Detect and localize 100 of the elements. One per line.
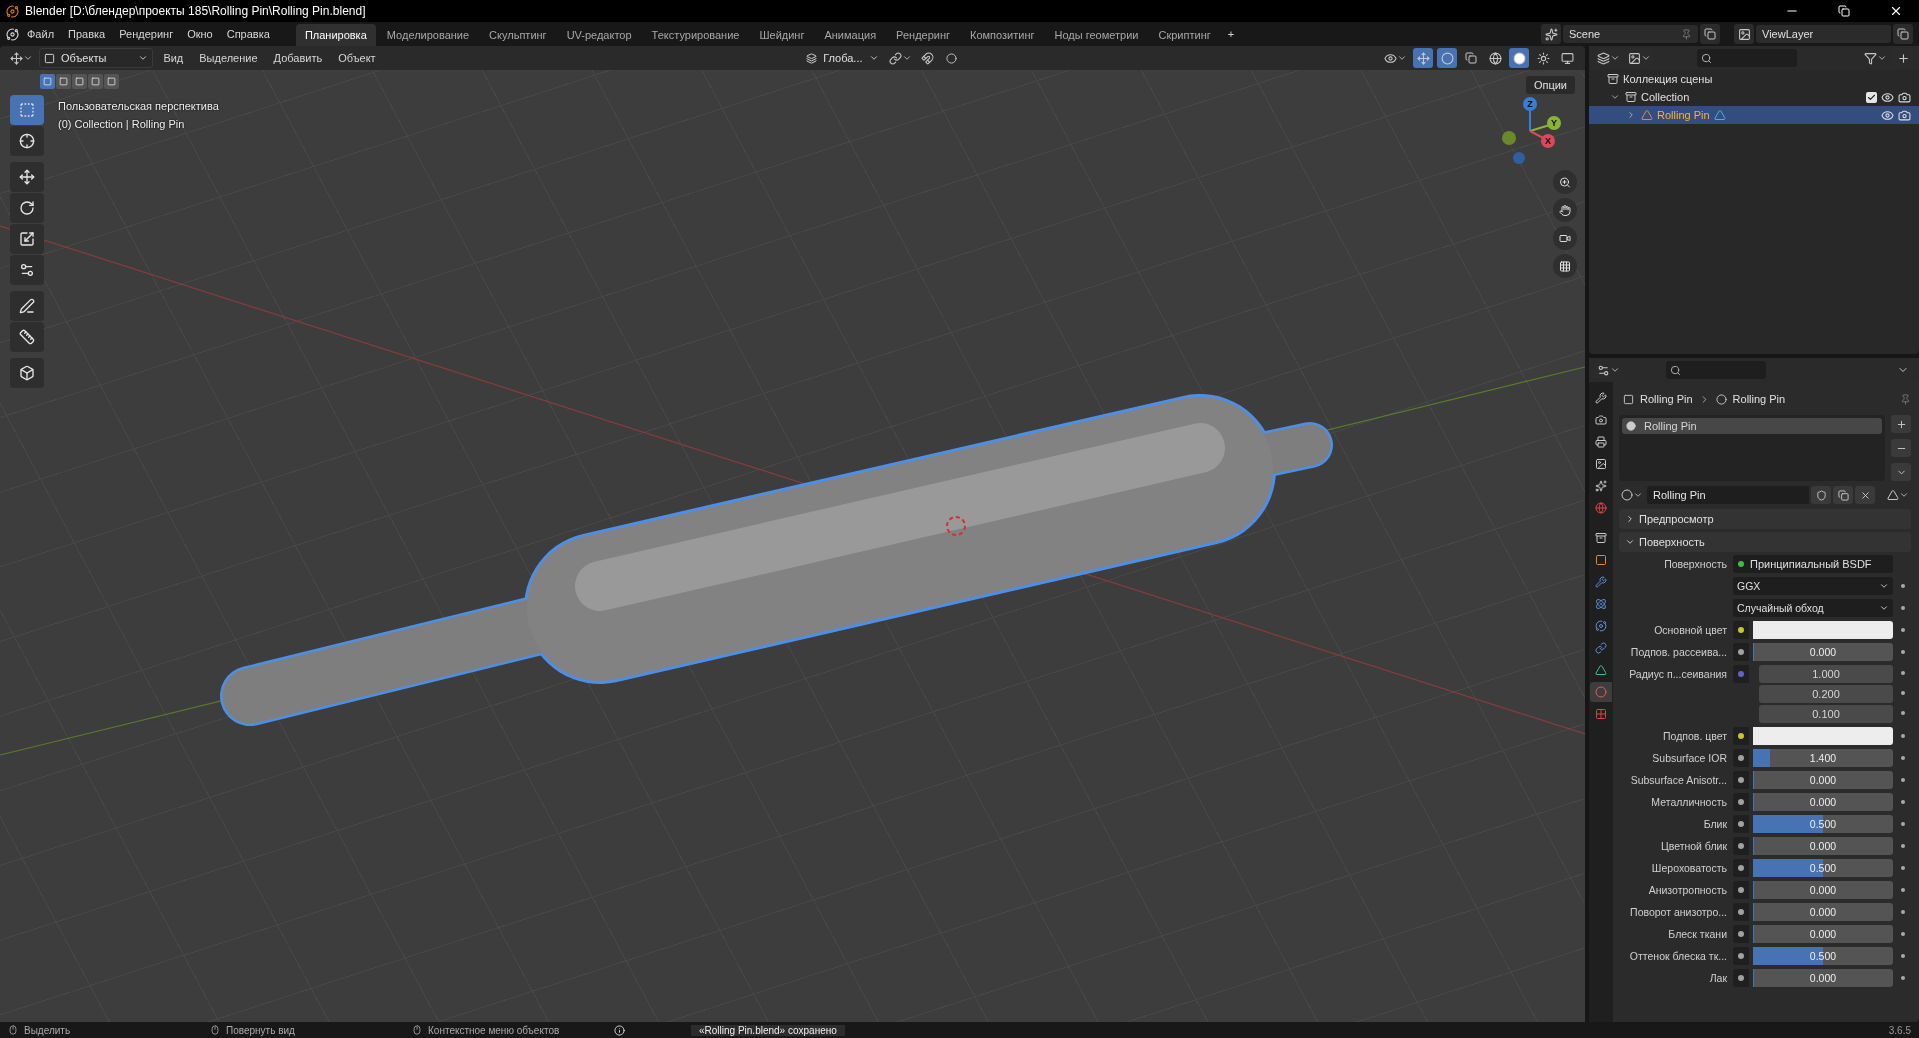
menu-item[interactable]: Добавить: [267, 49, 329, 67]
value-slider[interactable]: 0.500: [1753, 859, 1893, 877]
keyframe-dot[interactable]: [1901, 756, 1905, 760]
menu-item[interactable]: Справка: [220, 25, 276, 43]
socket-button[interactable]: [1733, 793, 1749, 811]
value-slider[interactable]: 0.500: [1753, 947, 1893, 965]
cursor-tool-button[interactable]: [10, 126, 44, 156]
keyframe-dot[interactable]: [1901, 628, 1905, 632]
keyframe-dot[interactable]: [1901, 976, 1905, 980]
workspace-tab[interactable]: Анимация: [815, 24, 886, 46]
menu-item[interactable]: Файл: [21, 25, 61, 43]
search-field[interactable]: [1666, 361, 1766, 379]
select-mode-button[interactable]: [104, 74, 119, 89]
value-slider[interactable]: 0.000: [1753, 643, 1893, 661]
transform-tool-button[interactable]: [10, 255, 44, 285]
new-scene-button[interactable]: [1700, 24, 1720, 44]
select-mode-button[interactable]: [40, 74, 55, 89]
value-slider[interactable]: 0.000: [1753, 903, 1893, 921]
socket-button[interactable]: [1733, 881, 1749, 899]
grid-button[interactable]: [1553, 254, 1577, 278]
shader-field[interactable]: Принципиальный BSDF: [1733, 555, 1893, 573]
scale-tool-button[interactable]: [10, 224, 44, 254]
keyframe-dot[interactable]: [1901, 910, 1905, 914]
socket-button[interactable]: [1733, 925, 1749, 943]
workspace-tab[interactable]: Планировка: [295, 24, 376, 46]
keyframe-dot[interactable]: [1901, 671, 1905, 675]
solid-shading-button[interactable]: [1509, 48, 1529, 68]
value-slider[interactable]: 0.000: [1753, 925, 1893, 943]
render-icon[interactable]: [1898, 108, 1911, 122]
rotate-tool-button[interactable]: [10, 193, 44, 223]
keyframe-dot[interactable]: [1901, 822, 1905, 826]
socket-button[interactable]: [1733, 859, 1749, 877]
menu-item[interactable]: Выделение: [193, 49, 264, 67]
camera-button[interactable]: [1553, 226, 1577, 250]
value-slider[interactable]: 1.400: [1753, 749, 1893, 767]
socket-button[interactable]: [1733, 837, 1749, 855]
panel-header[interactable]: Поверхность: [1619, 532, 1911, 552]
zoom-button[interactable]: [1553, 170, 1577, 194]
workspace-tab[interactable]: Скульптинг: [480, 24, 556, 46]
render-icon[interactable]: [1898, 90, 1911, 104]
pin-icon[interactable]: [1900, 393, 1911, 405]
pin-icon[interactable]: [1681, 28, 1692, 40]
material-slot[interactable]: Rolling Pin: [1622, 418, 1882, 434]
workspace-tab[interactable]: Шейдинг: [750, 24, 814, 46]
keyframe-dot[interactable]: [1901, 844, 1905, 848]
orientation-dropdown[interactable]: Глоба...: [802, 48, 883, 68]
overlay-button[interactable]: [1437, 48, 1457, 68]
cube-tool-button[interactable]: [10, 358, 44, 388]
scene-field[interactable]: Scene: [1563, 25, 1698, 43]
keyframe-dot[interactable]: [1901, 711, 1905, 715]
keyframe-dot[interactable]: [1901, 606, 1905, 610]
keyframe-dot[interactable]: [1901, 800, 1905, 804]
mode-dropdown[interactable]: Объекты: [39, 48, 154, 68]
color-swatch[interactable]: [1753, 621, 1893, 639]
gizmo-button[interactable]: [1413, 48, 1433, 68]
outliner-row[interactable]: Коллекция сцены: [1589, 70, 1919, 88]
view-layer-field[interactable]: ViewLayer: [1756, 25, 1891, 43]
menu-item[interactable]: Рендеринг: [113, 25, 180, 43]
socket-button[interactable]: [1733, 947, 1749, 965]
keyframe-dot[interactable]: [1901, 932, 1905, 936]
duplicate-button[interactable]: [1833, 486, 1853, 504]
value-slider[interactable]: 0.000: [1753, 881, 1893, 899]
keyframe-dot[interactable]: [1901, 866, 1905, 870]
search-field[interactable]: [1697, 49, 1797, 67]
material-name-field[interactable]: Rolling Pin: [1647, 486, 1809, 504]
socket-button[interactable]: [1733, 643, 1749, 661]
panel-header[interactable]: Предпросмотр: [1619, 509, 1911, 529]
color-swatch[interactable]: [1753, 727, 1893, 745]
add-slot-button[interactable]: [1891, 415, 1911, 433]
keyframe-dot[interactable]: [1901, 650, 1905, 654]
socket-button[interactable]: [1733, 621, 1749, 639]
socket-button[interactable]: [1733, 815, 1749, 833]
value-slider[interactable]: 0.000: [1753, 837, 1893, 855]
workspace-tab[interactable]: Ноды геометрии: [1045, 24, 1148, 46]
keyframe-dot[interactable]: [1901, 584, 1905, 588]
fake-user-button[interactable]: [1811, 486, 1831, 504]
workspace-tab[interactable]: Рендеринг: [887, 24, 960, 46]
select-mode-button[interactable]: [56, 74, 71, 89]
select-mode-button[interactable]: [88, 74, 103, 89]
pen-tool-button[interactable]: [10, 291, 44, 321]
hand-button[interactable]: [1553, 198, 1577, 222]
scene-button[interactable]: [1541, 24, 1561, 44]
menu-item[interactable]: Окно: [181, 25, 219, 43]
keyframe-dot[interactable]: [1901, 734, 1905, 738]
socket-button[interactable]: [1733, 727, 1749, 745]
visibility-icon[interactable]: [1881, 108, 1894, 122]
socket-button[interactable]: [1733, 969, 1749, 987]
options-button[interactable]: Опции: [1525, 76, 1575, 94]
value-slider[interactable]: 0.000: [1753, 969, 1893, 987]
unlink-button[interactable]: [1855, 486, 1875, 504]
menu-item[interactable]: Правка: [62, 25, 112, 43]
workspace-tab[interactable]: UV-редактор: [557, 24, 641, 46]
workspace-tab[interactable]: Текстурирование: [642, 24, 749, 46]
ruler-tool-button[interactable]: [10, 322, 44, 352]
keyframe-dot[interactable]: [1901, 954, 1905, 958]
select-dropdown[interactable]: Случайный обход: [1733, 599, 1893, 617]
keyframe-dot[interactable]: [1901, 888, 1905, 892]
menu-item[interactable]: Вид: [157, 49, 190, 67]
new-view-layer-button[interactable]: [1893, 24, 1913, 44]
value-slider[interactable]: 0.000: [1753, 793, 1893, 811]
